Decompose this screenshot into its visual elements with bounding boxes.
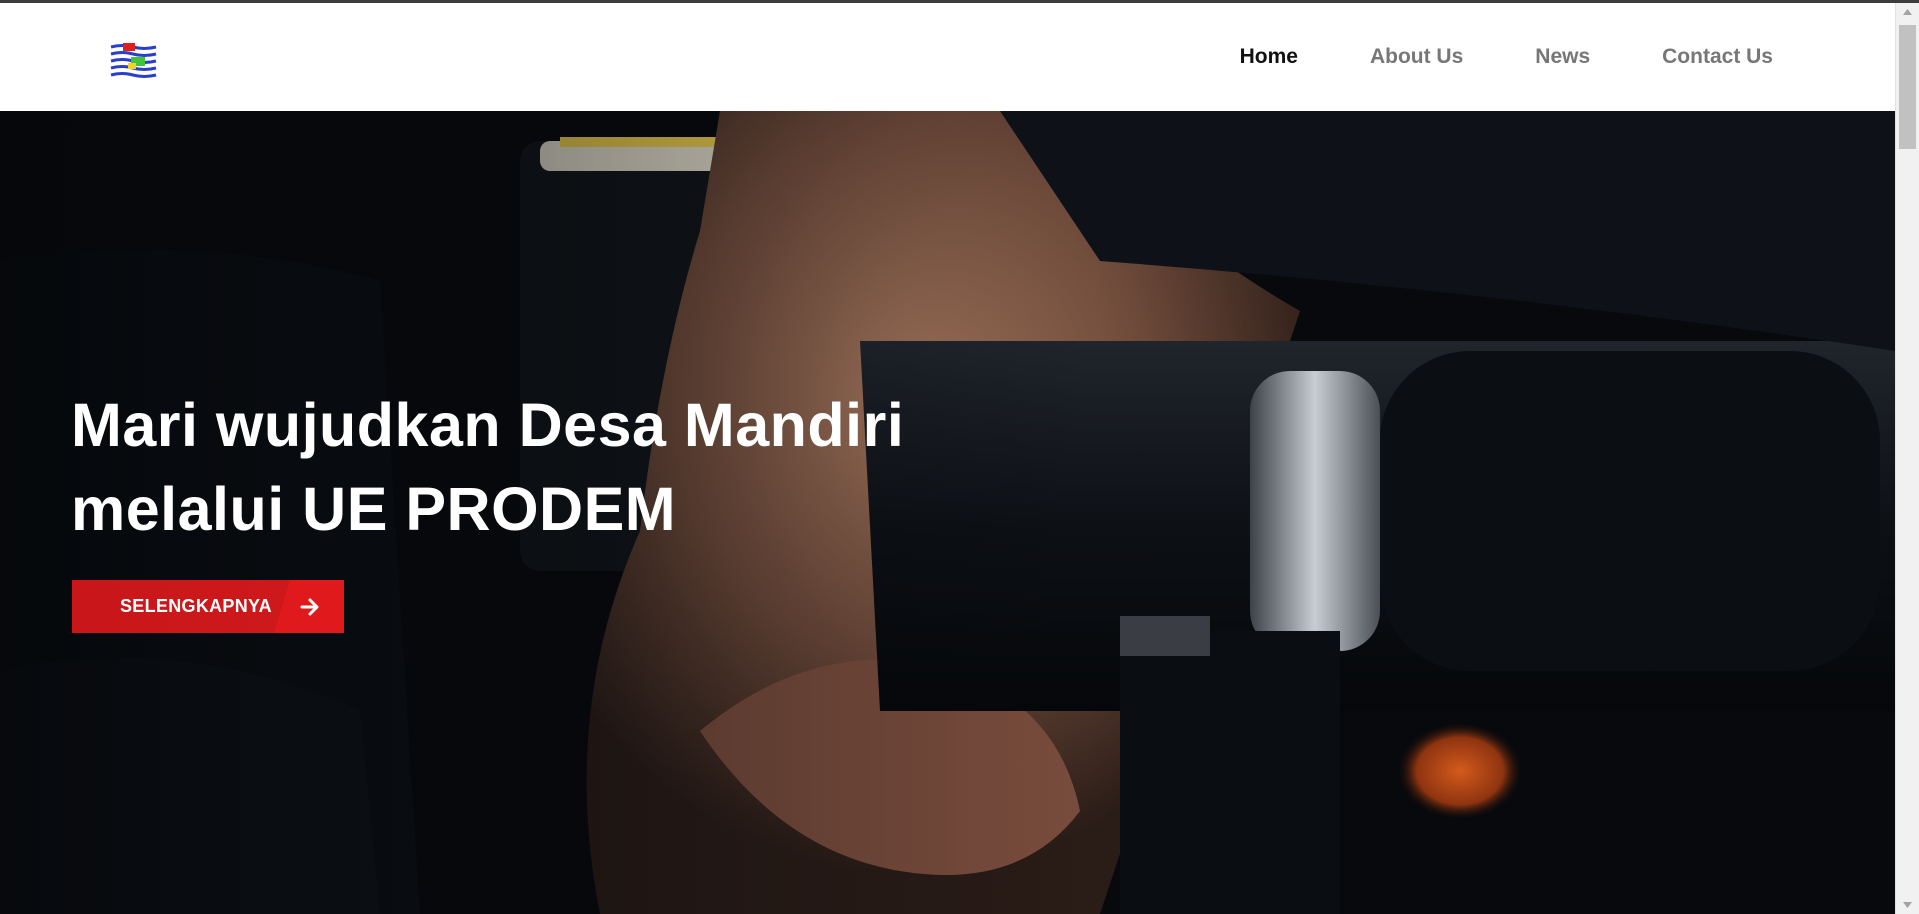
scroll-down-arrow-icon[interactable] xyxy=(1896,896,1919,914)
scroll-up-arrow-icon[interactable] xyxy=(1896,3,1919,21)
hero-title-line2: melalui UE PRODEM xyxy=(71,475,677,543)
navbar: Home About Us News Contact Us xyxy=(0,3,1895,111)
nav-about-us[interactable]: About Us xyxy=(1370,45,1463,69)
site-logo[interactable] xyxy=(110,41,157,81)
selengkapnya-button[interactable]: SELENGKAPNYA xyxy=(72,580,344,633)
scrollbar-thumb[interactable] xyxy=(1899,25,1916,149)
arrow-right-icon xyxy=(300,598,319,616)
nav-news[interactable]: News xyxy=(1535,45,1590,69)
page-scrollbar[interactable] xyxy=(1895,3,1919,914)
nav-home[interactable]: Home xyxy=(1240,45,1298,69)
hero-title: Mari wujudkan Desa Mandiri melalui UE PR… xyxy=(71,383,971,551)
nav-contact-us[interactable]: Contact Us xyxy=(1662,45,1773,69)
hero-title-line1: Mari wujudkan Desa Mandiri xyxy=(71,391,905,459)
cta-label: SELENGKAPNYA xyxy=(120,596,272,616)
main-nav: Home About Us News Contact Us xyxy=(1240,3,1773,111)
hero-section: Mari wujudkan Desa Mandiri melalui UE PR… xyxy=(0,111,1895,914)
page: Home About Us News Contact Us Mari wujud… xyxy=(0,0,1919,914)
prodem-logo-icon xyxy=(110,43,157,78)
